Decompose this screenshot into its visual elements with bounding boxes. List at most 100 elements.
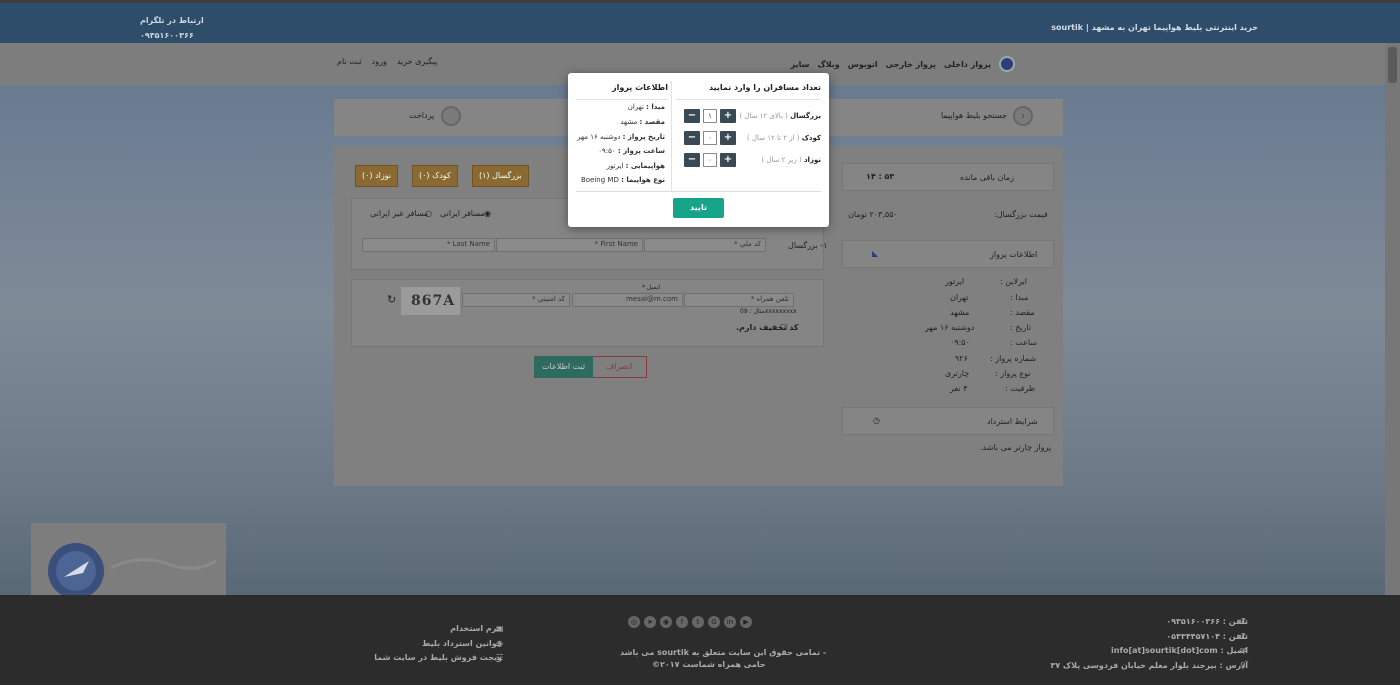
adult-minus-button[interactable]: − [684, 109, 700, 123]
modal-divider [576, 99, 668, 100]
footer-email: ایمیل : info[at]sourtik[dot]com [1111, 646, 1248, 655]
detail-value: دوشنبه ۱۶ مهر [925, 323, 975, 332]
passenger-count-modal: تعداد مسافران را وارد نمایید اطلاعات پرو… [568, 73, 829, 227]
footer-link-jobs[interactable]: فرم استخدام [450, 624, 502, 633]
email-label: ایمیل * [642, 284, 661, 291]
brand-logo-icon[interactable] [999, 56, 1015, 72]
refund-title: شرایط استرداد [987, 417, 1038, 426]
info-value: تهران [627, 103, 644, 111]
scrollbar-thumb[interactable] [1388, 47, 1397, 83]
footer-link-refund[interactable]: قوانین استرداد بلیط [422, 639, 502, 648]
nav-item-blog[interactable]: وبلاگ [818, 60, 840, 69]
info-value: دوشنبه ۱۶ مهر [577, 133, 621, 141]
aparat-icon[interactable]: ◉ [660, 616, 672, 628]
infant-hint: ( زیر ۲ سال ) [761, 156, 802, 164]
last-name-input[interactable]: * Last Name [362, 238, 495, 252]
info-key: هواپیمایی : [625, 162, 665, 170]
infant-minus-button[interactable]: − [684, 153, 700, 167]
info-value: Boeing MD [580, 176, 619, 184]
mobile-hint: مثال : 09xxxxxxxxx [740, 308, 797, 315]
refresh-captcha-icon[interactable]: ↻ [387, 293, 396, 306]
account-menu: پیگیری خرید ورود ثبت نام [337, 57, 437, 66]
info-key: نوع هواپیما : [621, 176, 665, 184]
detail-key: ظرفیت : [1005, 384, 1036, 393]
step-search-icon: ۱ [1013, 106, 1033, 126]
adult-count-button[interactable]: بزرگسال (۱) [472, 165, 529, 187]
detail-value: ایرتور [945, 277, 965, 286]
airline-logo-icon: ◣ [872, 249, 879, 258]
detail-key: تاریخ : [1010, 323, 1032, 332]
detail-key: شماره پرواز : [990, 354, 1037, 363]
modal-divider [676, 99, 821, 100]
security-code-input[interactable]: کد امنیتی * [462, 293, 570, 307]
step-payment-label: پرداخت [409, 111, 435, 120]
google-plus-icon[interactable]: G [708, 616, 720, 628]
detail-key: ساعت : [1010, 338, 1038, 347]
child-count-button[interactable]: کودک (۰) [412, 165, 458, 187]
child-hint: ( از ۲ تا ۱۲ سال ) [746, 134, 800, 142]
passenger-row-label: ۱- بزرگسال [788, 241, 828, 250]
nav-item-bus[interactable]: اتوبوس [848, 60, 878, 69]
detail-key: مقصد : [1010, 308, 1035, 317]
social-links: ◎ ➤ ◉ f t G in ▶ [628, 616, 752, 628]
first-name-input[interactable]: * First Name [496, 238, 643, 252]
scrollbar[interactable] [1385, 43, 1400, 595]
timer-value: ۱۴ : ۵۳ [866, 172, 895, 181]
detail-value: مشهد [950, 308, 970, 317]
modal-info-title: اطلاعات پرواز [612, 83, 668, 92]
child-minus-button[interactable]: − [684, 131, 700, 145]
modal-divider [576, 191, 821, 192]
refund-note: پرواز چارتر می باشد. [980, 443, 1052, 452]
telegram-icon[interactable]: ➤ [644, 616, 656, 628]
linkedin-icon[interactable]: in [724, 616, 736, 628]
instagram-icon[interactable]: ◎ [628, 616, 640, 628]
child-plus-button[interactable]: + [720, 131, 736, 145]
timer-label: زمان باقی مانده [960, 173, 1015, 182]
infant-label: نوزاد [803, 156, 821, 164]
adult-plus-button[interactable]: + [720, 109, 736, 123]
info-key: ساعت پرواز : [617, 147, 665, 155]
footer-phone1: تلفن : ۰۹۳۵۱۶۰۰۳۶۶ [1166, 617, 1248, 626]
submit-button[interactable]: ثبت اطلاعات [534, 356, 594, 378]
twitter-icon[interactable]: t [692, 616, 704, 628]
email-input[interactable]: mesal@m.com [572, 293, 683, 307]
modal-divider [671, 81, 672, 191]
adult-hint: ( بالای ۱۲ سال ) [739, 112, 788, 120]
form-icon: ▤ [496, 624, 504, 633]
step-search-label: جستجو بلیط هواپیما [940, 111, 1007, 120]
footer-link-widget[interactable]: ویجت فروش بلیط در سایت شما [374, 653, 502, 662]
discount-label: کد تخفیف دارم. [736, 323, 799, 332]
airline-brand-icon [48, 543, 217, 599]
youtube-icon[interactable]: ▶ [740, 616, 752, 628]
facebook-icon[interactable]: f [676, 616, 688, 628]
flight-info-title: اطلاعات پرواز [990, 250, 1038, 259]
child-label: کودک [801, 134, 821, 142]
national-code-input[interactable]: کد ملی * [644, 238, 766, 252]
infant-plus-button[interactable]: + [720, 153, 736, 167]
mobile-input[interactable]: تلفن همراه * [684, 293, 794, 307]
nav-item-domestic[interactable]: پرواز داخلی [944, 60, 991, 69]
mail-icon: ✉ [1240, 646, 1247, 655]
adult-price-value: ۲۰۳,۵۵۰ تومان [848, 210, 898, 219]
top-bar: خرید اینترنتی بلیط هواپیما تهران به مشهد… [0, 0, 1400, 43]
infant-count-button[interactable]: نوزاد (۰) [355, 165, 399, 187]
iranian-radio-icon[interactable]: ◉ [484, 209, 491, 218]
nav-item-other[interactable]: سایر [791, 60, 810, 69]
login-link[interactable]: ورود [372, 57, 387, 66]
detail-value: تهران [950, 293, 969, 302]
location-icon: ⚲ [1240, 661, 1246, 670]
track-purchase-link[interactable]: پیگیری خرید [397, 57, 437, 66]
signup-link[interactable]: ثبت نام [337, 57, 362, 66]
detail-key: ایرلاین : [1000, 277, 1027, 286]
footer-phone2: تلفن : ۰۵۴۳۴۴۵۷۱۰۴ [1166, 632, 1248, 641]
telegram-phone: ۰۹۳۵۱۶۰۰۳۶۶ [140, 31, 194, 40]
adult-price-label: قیمت بزرگسال: [994, 210, 1048, 219]
cancel-button[interactable]: انصراف [591, 356, 648, 378]
widget-icon: ☷ [496, 653, 504, 662]
nav-item-international[interactable]: پرواز خارجی [886, 60, 936, 69]
telegram-link[interactable]: ارتباط در تلگرام [140, 16, 204, 25]
refund-icon: ◷ [496, 639, 503, 648]
confirm-button[interactable]: تایید [673, 198, 724, 218]
info-key: مبدا : [646, 103, 665, 111]
info-key: مقصد : [639, 118, 665, 126]
